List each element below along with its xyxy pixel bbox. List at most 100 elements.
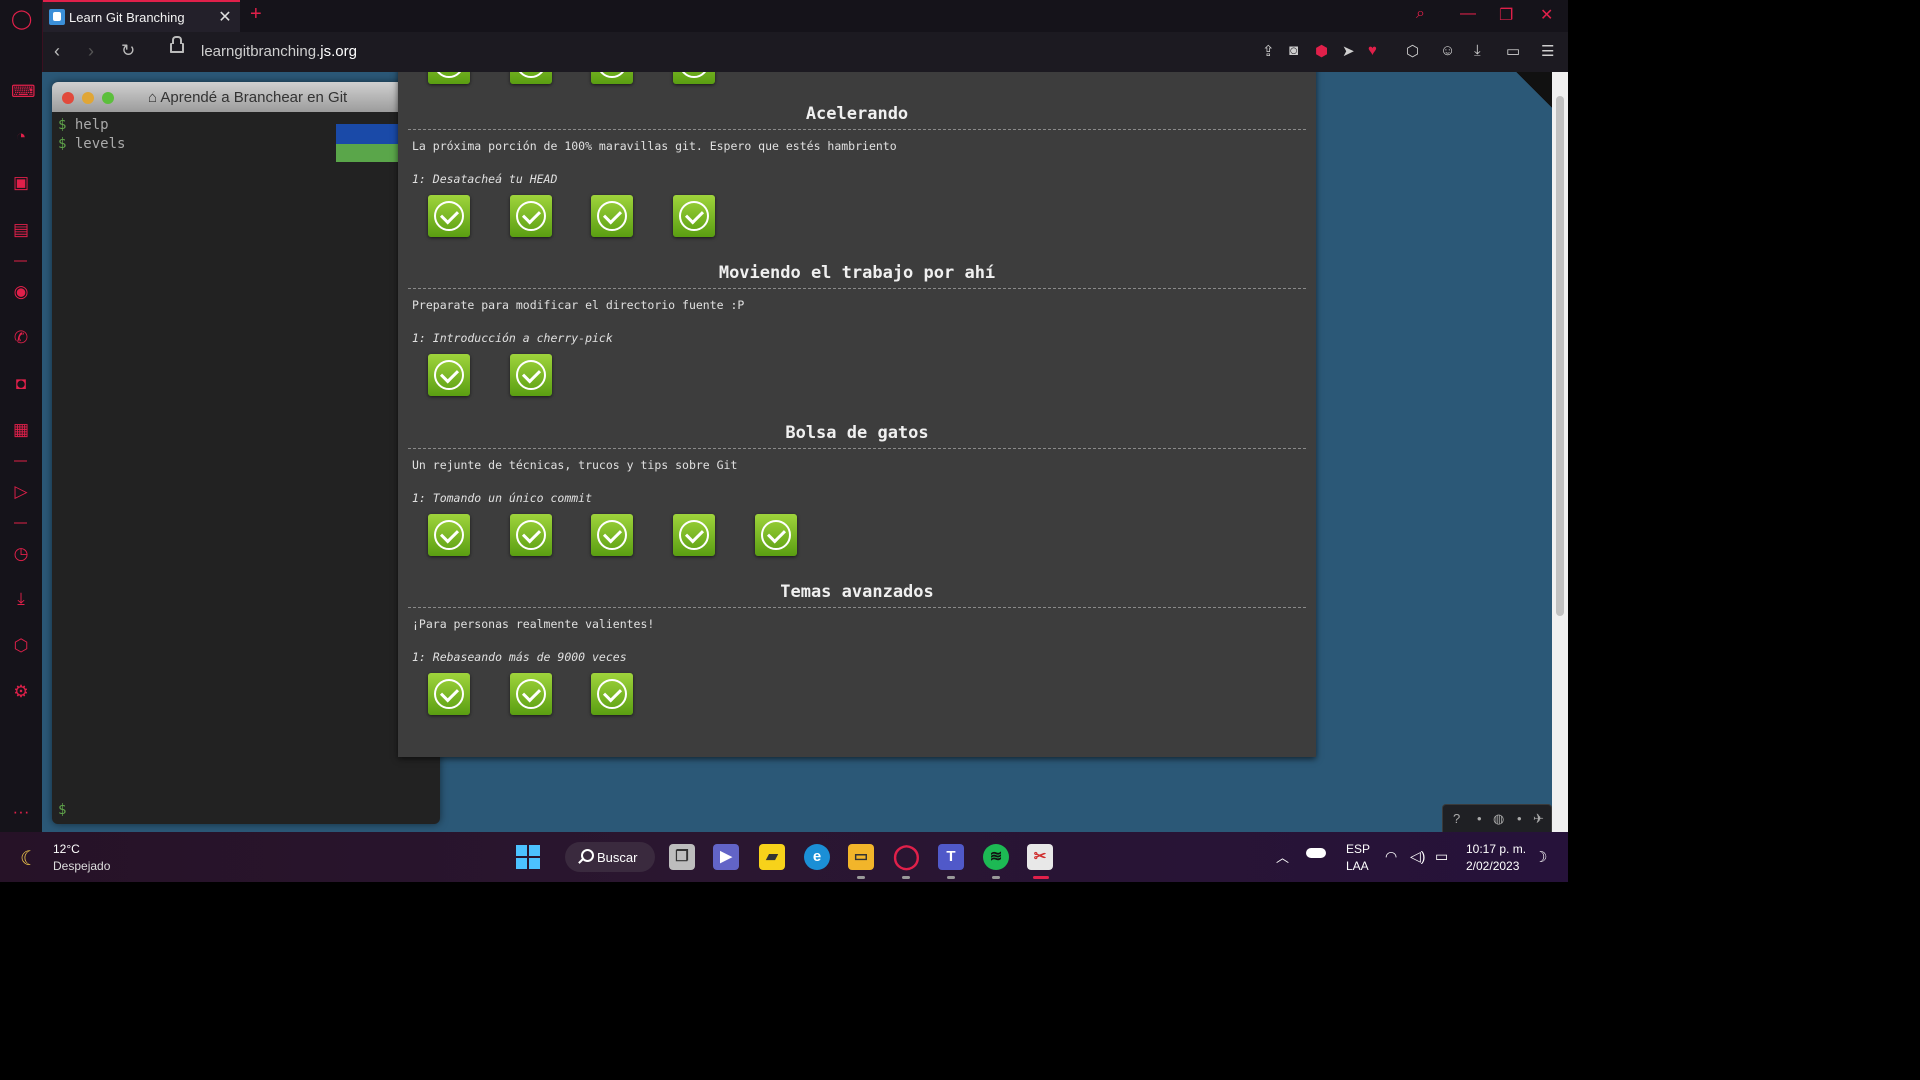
new-tab-button[interactable]: + <box>250 3 262 26</box>
minimize-icon[interactable]: — <box>1460 5 1476 23</box>
close-dot-icon[interactable] <box>62 92 74 104</box>
taskbar-search-button[interactable]: Buscar <box>565 842 655 872</box>
profile-icon[interactable]: ☺ <box>1440 42 1455 59</box>
search-tabs-icon[interactable]: ⌕ <box>1416 5 1425 23</box>
easy-setup-icon[interactable]: ☰ <box>1541 42 1554 60</box>
show-hidden-icons-icon[interactable]: ︿ <box>1276 847 1289 866</box>
level-complete-button[interactable] <box>428 673 470 715</box>
scrollbar-thumb[interactable] <box>1556 96 1564 616</box>
input-layout[interactable]: LAA <box>1346 859 1369 873</box>
level-complete-button[interactable] <box>591 72 634 84</box>
wifi-icon[interactable]: ◠ <box>1385 848 1397 865</box>
input-language[interactable]: ESP <box>1346 842 1370 856</box>
whatsapp-icon[interactable]: ✆ <box>11 328 31 348</box>
url-field[interactable]: learngitbranching.js.org <box>201 43 357 60</box>
shopping-icon[interactable]: ▣ <box>11 173 31 193</box>
file-explorer-icon[interactable]: ▭ <box>848 844 874 870</box>
task-view-icon[interactable]: ❐ <box>669 844 695 870</box>
clock-date[interactable]: 2/02/2023 <box>1466 859 1519 873</box>
teams-chat-icon[interactable]: ▶ <box>713 844 739 870</box>
levels-panel: Acelerando La próxima porción de 100% ma… <box>398 72 1316 757</box>
heart-icon[interactable]: ♥ <box>1368 42 1377 59</box>
twitter-icon[interactable]: ✈ <box>1533 811 1544 827</box>
terminal-window[interactable]: ⌂ Aprendé a Branchear en Git $ help $ le… <box>52 82 440 824</box>
instagram-icon[interactable]: ◘ <box>11 374 31 394</box>
level-complete-button[interactable] <box>509 673 552 715</box>
github-corner-icon[interactable] <box>1516 72 1552 108</box>
level-complete-button[interactable] <box>509 195 552 237</box>
moon-weather-icon[interactable]: ☾ <box>20 846 38 871</box>
section-description: ¡Para personas realmente valientes! <box>412 617 655 631</box>
focus-assist-moon-icon[interactable]: ☽ <box>1534 848 1547 866</box>
section-title: Bolsa de gatos <box>785 423 929 443</box>
globe-icon[interactable]: ◍ <box>1493 811 1504 827</box>
level-complete-button[interactable] <box>591 195 634 237</box>
level-complete-button[interactable] <box>754 514 797 556</box>
speed-dial-icon[interactable]: ◔ <box>11 127 31 147</box>
url-prefix: learngitbranching. <box>201 43 321 60</box>
opera-logo-icon[interactable]: ◯ <box>11 10 32 30</box>
page-content: ⌂ Aprendé a Branchear en Git $ help $ le… <box>42 72 1552 832</box>
minimize-dot-icon[interactable] <box>82 92 94 104</box>
adblock-shield-icon[interactable]: ⬢ <box>1315 42 1328 60</box>
page-scrollbar[interactable] <box>1552 72 1568 832</box>
onedrive-cloud-icon[interactable] <box>1306 848 1326 858</box>
opera-icon[interactable]: ◯ <box>893 844 920 870</box>
separator-dot: • <box>1477 811 1482 826</box>
downloads-icon[interactable]: ⤓ <box>11 589 31 609</box>
section-subtitle: 1: Rebaseando más de 9000 veces <box>412 650 627 664</box>
level-complete-button[interactable] <box>673 72 716 84</box>
weather-temperature[interactable]: 12°C <box>53 842 80 856</box>
sticky-notes-icon[interactable]: ▰ <box>759 844 785 870</box>
edge-icon[interactable]: e <box>804 844 830 870</box>
download-icon[interactable]: ⤓ <box>1474 42 1481 59</box>
extensions-icon[interactable]: ⬡ <box>11 636 31 656</box>
spotify-icon[interactable]: ≋ <box>983 844 1009 870</box>
more-icon[interactable]: ··· <box>11 802 31 822</box>
camera-icon[interactable]: ◙ <box>1289 42 1298 59</box>
maximize-dot-icon[interactable] <box>102 92 114 104</box>
level-complete-button[interactable] <box>509 72 552 84</box>
level-complete-button[interactable] <box>591 673 634 715</box>
share-icon[interactable]: ⇪ <box>1262 42 1275 60</box>
section-description: La próxima porción de 100% maravillas gi… <box>412 139 897 153</box>
back-icon[interactable]: ‹ <box>54 41 60 62</box>
terminal-input-prompt[interactable]: $ <box>58 802 66 818</box>
windows-start-icon[interactable] <box>516 845 540 869</box>
twitch-icon[interactable]: ▤ <box>11 220 31 240</box>
level-complete-button[interactable] <box>673 514 716 556</box>
snipping-tool-icon[interactable]: ✂ <box>1027 844 1053 870</box>
level-complete-button[interactable] <box>428 195 470 237</box>
reload-icon[interactable]: ↻ <box>121 41 135 61</box>
level-complete-button[interactable] <box>673 195 716 237</box>
messenger-icon[interactable]: ◉ <box>11 282 31 302</box>
volume-icon[interactable]: ◁) <box>1410 848 1425 865</box>
close-tab-icon[interactable]: ✕ <box>218 7 232 27</box>
teams-icon[interactable]: T <box>938 844 964 870</box>
weather-condition[interactable]: Despejado <box>53 859 110 873</box>
level-complete-button[interactable] <box>509 354 552 396</box>
level-complete-button[interactable] <box>591 514 634 556</box>
battery-icon[interactable]: ▭ <box>1435 848 1448 865</box>
help-icon[interactable]: ? <box>1453 811 1460 826</box>
level-complete-button[interactable] <box>428 514 470 556</box>
close-window-icon[interactable]: ✕ <box>1540 5 1553 25</box>
battery-saver-icon[interactable]: ▭ <box>1506 42 1520 60</box>
browser-tab[interactable]: Learn Git Branching ✕ <box>42 0 240 32</box>
extensions-cube-icon[interactable]: ⬡ <box>1406 42 1419 60</box>
search-icon <box>581 849 594 862</box>
clock-time[interactable]: 10:17 p. m. <box>1466 842 1526 856</box>
history-icon[interactable]: ◷ <box>11 544 31 564</box>
active-indicator <box>1033 876 1049 879</box>
level-complete-button[interactable] <box>509 514 552 556</box>
restore-icon[interactable]: ❐ <box>1499 5 1513 25</box>
forward-icon[interactable]: › <box>88 41 94 62</box>
lock-icon[interactable] <box>170 36 184 53</box>
send-icon[interactable]: ➤ <box>1342 42 1355 60</box>
settings-gear-icon[interactable]: ⚙ <box>11 682 31 702</box>
gamepad-icon[interactable]: ⌨ <box>11 82 36 102</box>
level-complete-button[interactable] <box>428 72 470 84</box>
player-icon[interactable]: ▷ <box>11 482 31 502</box>
discord-icon[interactable]: ▦ <box>11 420 31 440</box>
level-complete-button[interactable] <box>428 354 470 396</box>
